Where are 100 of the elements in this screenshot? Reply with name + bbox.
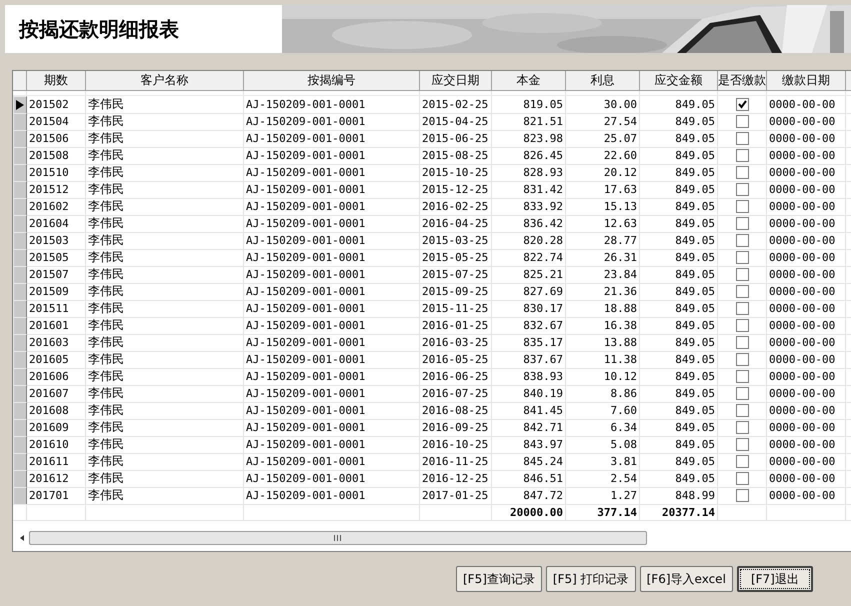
table-cell: 2.54 (566, 470, 640, 488)
table-cell: AJ-150209-001-0001 (244, 436, 420, 454)
paid-checkbox[interactable] (736, 183, 748, 196)
paid-checkbox[interactable] (736, 132, 748, 145)
table-cell: 849.05 (640, 181, 718, 199)
table-cell: AJ-150209-001-0001 (244, 215, 420, 233)
table-cell: 0000-00-00 (767, 181, 846, 199)
paid-checkbox[interactable] (736, 115, 748, 128)
table-cell: 李伟民 (86, 215, 244, 233)
table-cell: 201604 (27, 215, 86, 233)
column-header[interactable]: 按揭编号 (244, 71, 420, 90)
table-cell: AJ-150209-001-0001 (244, 283, 420, 301)
table-cell: 849.05 (640, 113, 718, 131)
paid-checkbox[interactable] (736, 387, 748, 400)
table-cell: 16.38 (566, 317, 640, 335)
table-cell: AJ-150209-001-0001 (244, 419, 420, 437)
paid-checkbox[interactable] (736, 336, 748, 349)
table-cell: 841.45 (492, 402, 566, 420)
column-header[interactable]: 应交日期 (420, 71, 492, 90)
paid-checkbox[interactable] (736, 404, 748, 417)
table-cell: 201609 (27, 419, 86, 437)
table-cell: 2016-08-25 (420, 402, 492, 420)
table-cell: 李伟民 (86, 198, 244, 216)
table-cell: 201607 (27, 385, 86, 403)
table-cell: 849.05 (640, 130, 718, 148)
column-header[interactable]: 是否缴款 (718, 71, 767, 90)
paid-checkbox[interactable] (736, 217, 748, 230)
table-cell (27, 504, 86, 521)
table-cell: 827.69 (492, 283, 566, 301)
table-cell: 825.21 (492, 266, 566, 284)
row-selector[interactable] (13, 96, 27, 114)
paid-checkbox[interactable] (736, 353, 748, 366)
table-cell: 201509 (27, 283, 86, 301)
table-cell: AJ-150209-001-0001 (244, 334, 420, 352)
table-cell: 2015-08-25 (420, 147, 492, 165)
action-button[interactable]: [F7]退出 (736, 566, 813, 592)
column-header[interactable]: 客户名称 (86, 71, 244, 90)
table-cell: AJ-150209-001-0001 (244, 317, 420, 335)
table-cell: 13.88 (566, 334, 640, 352)
table-cell: 2016-03-25 (420, 334, 492, 352)
column-header[interactable]: 利息 (566, 71, 640, 90)
paid-checkbox[interactable] (736, 200, 748, 213)
table-cell: 849.05 (640, 368, 718, 386)
paid-checkbox[interactable] (736, 455, 748, 468)
table-cell: 2016-12-25 (420, 470, 492, 488)
action-button[interactable]: [F6]导入excel (640, 566, 733, 592)
table-cell: 0000-00-00 (767, 283, 846, 301)
table-cell: 李伟民 (86, 232, 244, 250)
table-cell: 2015-11-25 (420, 300, 492, 318)
table-cell: 201508 (27, 147, 86, 165)
table-cell: 2015-05-25 (420, 249, 492, 267)
column-header[interactable]: 本金 (492, 71, 566, 90)
table-cell: 0000-00-00 (767, 96, 846, 114)
table-cell: 849.05 (640, 266, 718, 284)
table-cell: 7.60 (566, 402, 640, 420)
table-cell: 849.05 (640, 317, 718, 335)
paid-checkbox[interactable] (736, 251, 748, 264)
column-header[interactable]: 缴款日期 (767, 71, 846, 90)
paid-checkbox[interactable] (736, 149, 748, 162)
table-cell: 李伟民 (86, 164, 244, 182)
table-cell: 833.92 (492, 198, 566, 216)
action-button[interactable]: [F5] 打印记录 (546, 566, 636, 592)
table-cell: 10.12 (566, 368, 640, 386)
paid-checkbox[interactable] (736, 472, 748, 485)
table-cell: 849.05 (640, 198, 718, 216)
table-cell: 821.51 (492, 113, 566, 131)
paid-checkbox[interactable] (736, 438, 748, 451)
paid-checkbox[interactable] (736, 234, 748, 247)
table-cell: 2015-06-25 (420, 130, 492, 148)
table-cell: 2016-11-25 (420, 453, 492, 471)
table-cell: AJ-150209-001-0001 (244, 266, 420, 284)
action-button[interactable]: [F5]查询记录 (456, 566, 542, 592)
paid-checkbox[interactable] (736, 285, 748, 298)
paid-checkbox[interactable] (736, 370, 748, 383)
table-cell: 828.93 (492, 164, 566, 182)
paid-checkbox[interactable] (736, 268, 748, 281)
column-header[interactable]: 期数 (27, 71, 86, 90)
table-cell: 李伟民 (86, 453, 244, 471)
column-header[interactable]: 应交金额 (640, 71, 718, 90)
table-cell: 201510 (27, 164, 86, 182)
table-cell: 25.07 (566, 130, 640, 148)
paid-checkbox[interactable] (736, 98, 748, 111)
table-cell: 21.36 (566, 283, 640, 301)
current-row-icon (16, 100, 24, 110)
paid-checkbox[interactable] (736, 166, 748, 179)
table-cell: 李伟民 (86, 487, 244, 505)
paid-checkbox[interactable] (736, 319, 748, 332)
paid-checkbox[interactable] (736, 302, 748, 315)
paid-checkbox[interactable] (736, 489, 748, 502)
table-cell: 849.05 (640, 300, 718, 318)
scroll-thumb[interactable] (29, 531, 647, 545)
table-cell: 849.05 (640, 419, 718, 437)
table-cell: 849.05 (640, 453, 718, 471)
table-cell: AJ-150209-001-0001 (244, 96, 420, 114)
paid-checkbox[interactable] (736, 421, 748, 434)
table-cell: 李伟民 (86, 470, 244, 488)
table-cell: 李伟民 (86, 436, 244, 454)
table-cell: 2015-03-25 (420, 232, 492, 250)
table-cell: 23.84 (566, 266, 640, 284)
table-cell: 0000-00-00 (767, 215, 846, 233)
